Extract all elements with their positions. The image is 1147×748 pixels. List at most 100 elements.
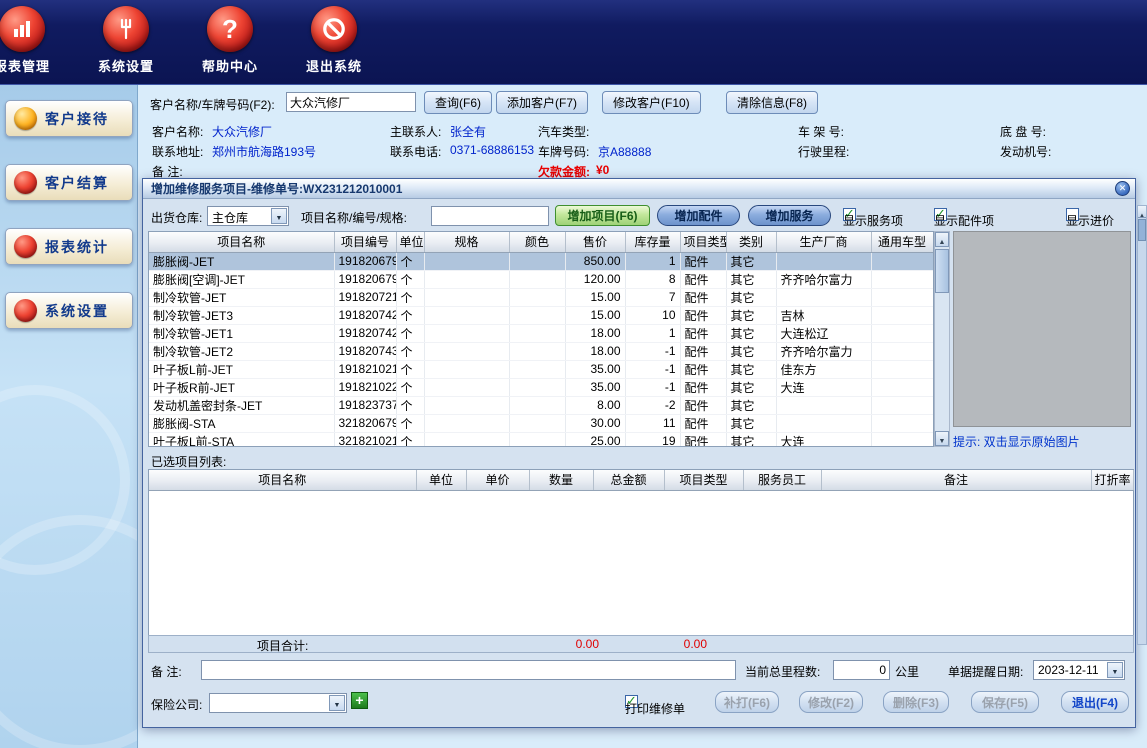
- sidebar-item-customer-reception[interactable]: 客户接待: [5, 100, 133, 137]
- column-header[interactable]: 颜色: [509, 232, 565, 252]
- column-header[interactable]: 项目名称: [149, 232, 334, 252]
- table-cell[interactable]: [871, 378, 933, 396]
- table-cell[interactable]: 其它: [726, 252, 776, 270]
- table-cell[interactable]: 制冷软管-JET1: [149, 324, 334, 342]
- table-cell[interactable]: [776, 288, 871, 306]
- table-cell[interactable]: 配件: [680, 396, 726, 414]
- scroll-up-icon[interactable]: [935, 232, 949, 247]
- toolbar-item-settings[interactable]: 系统设置: [84, 6, 168, 75]
- show-cost-checkbox[interactable]: 显示进价: [1066, 208, 1079, 221]
- scrollbar-thumb[interactable]: [1138, 219, 1146, 241]
- table-cell[interactable]: 11: [625, 414, 680, 432]
- table-cell[interactable]: 个: [396, 432, 424, 447]
- table-cell[interactable]: 其它: [726, 324, 776, 342]
- table-cell[interactable]: [871, 324, 933, 342]
- table-row[interactable]: 叶子板R前-JET191821022E个35.00-1配件其它大连: [149, 378, 933, 396]
- table-cell[interactable]: [424, 396, 509, 414]
- toolbar-item-reports[interactable]: 报表管理: [0, 6, 64, 75]
- table-cell[interactable]: -1: [625, 360, 680, 378]
- table-cell[interactable]: [871, 360, 933, 378]
- table-cell[interactable]: 配件: [680, 288, 726, 306]
- table-row[interactable]: 膨胀阀-STA321820679B个30.0011配件其它: [149, 414, 933, 432]
- table-cell[interactable]: 25.00: [565, 432, 625, 447]
- column-header[interactable]: 单位: [396, 232, 424, 252]
- table-cell[interactable]: 齐齐哈尔富力: [776, 342, 871, 360]
- table-cell[interactable]: 30.00: [565, 414, 625, 432]
- column-header[interactable]: 备注: [821, 470, 1091, 490]
- customer-search-input[interactable]: [286, 92, 416, 112]
- table-cell[interactable]: 个: [396, 306, 424, 324]
- table-cell[interactable]: 321820679B: [334, 414, 396, 432]
- window-scrollbar[interactable]: [1137, 205, 1147, 645]
- table-cell[interactable]: [424, 324, 509, 342]
- table-cell[interactable]: 35.00: [565, 360, 625, 378]
- table-cell[interactable]: 配件: [680, 378, 726, 396]
- table-cell[interactable]: [509, 342, 565, 360]
- table-cell[interactable]: 个: [396, 396, 424, 414]
- table-cell[interactable]: 850.00: [565, 252, 625, 270]
- table-row[interactable]: 叶子板L前-JET191821021E个35.00-1配件其它佳东方: [149, 360, 933, 378]
- add-service-button[interactable]: 增加服务: [748, 205, 831, 226]
- warehouse-select[interactable]: 主仓库: [207, 206, 289, 226]
- table-cell[interactable]: [424, 342, 509, 360]
- modify-customer-button[interactable]: 修改客户(F10): [602, 91, 701, 114]
- table-cell[interactable]: 制冷软管-JET3: [149, 306, 334, 324]
- table-cell[interactable]: 8.00: [565, 396, 625, 414]
- show-service-checkbox[interactable]: 显示服务项: [843, 208, 856, 221]
- table-cell[interactable]: 配件: [680, 252, 726, 270]
- table-cell[interactable]: 叶子板R前-JET: [149, 378, 334, 396]
- parts-table-scrollbar[interactable]: [934, 231, 950, 447]
- table-cell[interactable]: 大连: [776, 378, 871, 396]
- column-header[interactable]: 类别: [726, 232, 776, 252]
- table-cell[interactable]: 佳东方: [776, 360, 871, 378]
- table-cell[interactable]: 个: [396, 270, 424, 288]
- table-cell[interactable]: 膨胀阀[空调]-JET: [149, 270, 334, 288]
- column-header[interactable]: 服务员工: [743, 470, 821, 490]
- table-cell[interactable]: -1: [625, 378, 680, 396]
- toolbar-item-exit[interactable]: 退出系统: [292, 6, 376, 75]
- table-cell[interactable]: 其它: [726, 432, 776, 447]
- table-cell[interactable]: [776, 414, 871, 432]
- table-cell[interactable]: 其它: [726, 360, 776, 378]
- column-header[interactable]: 生产厂商: [776, 232, 871, 252]
- table-cell[interactable]: 19: [625, 432, 680, 447]
- column-header[interactable]: 项目编号: [334, 232, 396, 252]
- table-row[interactable]: 发动机盖密封条-JET191823737A个8.00-2配件其它: [149, 396, 933, 414]
- item-search-input[interactable]: [431, 206, 549, 226]
- table-cell[interactable]: [776, 396, 871, 414]
- column-header[interactable]: 项目类型: [680, 232, 726, 252]
- column-header[interactable]: 数量: [529, 470, 593, 490]
- table-cell[interactable]: 制冷软管-JET2: [149, 342, 334, 360]
- table-cell[interactable]: 其它: [726, 342, 776, 360]
- table-cell[interactable]: 膨胀阀-STA: [149, 414, 334, 432]
- table-cell[interactable]: [509, 378, 565, 396]
- table-row[interactable]: 膨胀阀[空调]-JET191820679E个120.008配件其它齐齐哈尔富力: [149, 270, 933, 288]
- table-cell[interactable]: 18.00: [565, 342, 625, 360]
- chevron-down-icon[interactable]: [1107, 662, 1123, 678]
- table-cell[interactable]: [424, 252, 509, 270]
- table-cell[interactable]: 配件: [680, 270, 726, 288]
- table-cell[interactable]: 191820742H: [334, 324, 396, 342]
- chevron-down-icon[interactable]: [329, 695, 345, 711]
- table-cell[interactable]: [871, 270, 933, 288]
- table-cell[interactable]: 191820721: [334, 288, 396, 306]
- table-cell[interactable]: -2: [625, 396, 680, 414]
- table-row[interactable]: 制冷软管-JET2191820743K个18.00-1配件其它齐齐哈尔富力: [149, 342, 933, 360]
- column-header[interactable]: 项目名称: [149, 470, 416, 490]
- table-cell[interactable]: 321821021N: [334, 432, 396, 447]
- table-cell[interactable]: 吉林: [776, 306, 871, 324]
- scroll-up-icon[interactable]: [1138, 206, 1146, 218]
- table-cell[interactable]: [871, 306, 933, 324]
- column-header[interactable]: 总金额: [593, 470, 664, 490]
- table-cell[interactable]: 其它: [726, 288, 776, 306]
- table-cell[interactable]: 15.00: [565, 306, 625, 324]
- table-cell[interactable]: 其它: [726, 396, 776, 414]
- table-cell[interactable]: [509, 306, 565, 324]
- table-cell[interactable]: [776, 252, 871, 270]
- table-cell[interactable]: [424, 432, 509, 447]
- table-cell[interactable]: 191820743K: [334, 342, 396, 360]
- query-button[interactable]: 查询(F6): [424, 91, 492, 114]
- table-cell[interactable]: [871, 342, 933, 360]
- reprint-button[interactable]: 补打(F6): [715, 691, 779, 713]
- table-cell[interactable]: 其它: [726, 414, 776, 432]
